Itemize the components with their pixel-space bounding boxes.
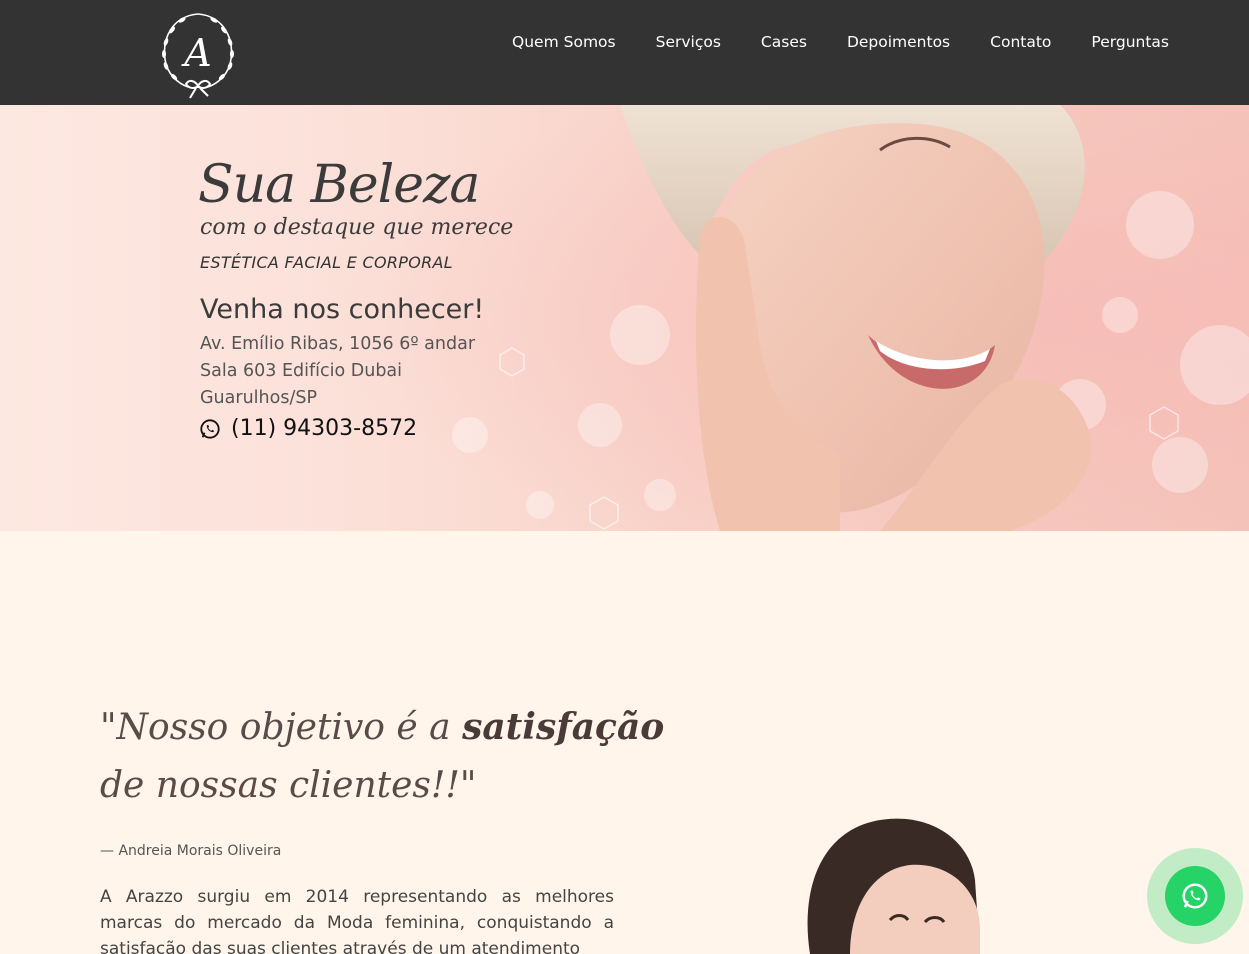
- logo[interactable]: A: [152, 4, 244, 100]
- hero-text: Sua Beleza com o destaque que merece EST…: [198, 155, 513, 441]
- nav-perguntas[interactable]: Perguntas: [1071, 31, 1169, 53]
- quote-part-2: de nossas clientes!!": [100, 765, 477, 806]
- address-line-2: Sala 603 Edifício Dubai: [200, 361, 403, 381]
- hero-subtitle: com o destaque que merece: [200, 215, 514, 240]
- about-quote: "Nosso objetivo é a satisfação de nossas…: [100, 698, 664, 815]
- hero-kicker: ESTÉTICA FACIAL E CORPORAL: [200, 253, 453, 272]
- address-line-1: Av. Emílio Ribas, 1056 6º andar: [200, 334, 476, 354]
- whatsapp-icon: [200, 418, 220, 439]
- hero-image: [0, 105, 1249, 531]
- hero-banner: Sua Beleza com o destaque que merece EST…: [0, 105, 1249, 531]
- logo-letter: A: [181, 31, 211, 75]
- main-nav: Quem Somos Serviços Cases Depoimentos Co…: [492, 31, 1169, 53]
- top-navbar: A Quem Somos Serviços Cases Depoimentos …: [0, 0, 1249, 105]
- nav-contato[interactable]: Contato: [970, 31, 1071, 53]
- quote-author: — Andreia Morais Oliveira: [100, 843, 282, 859]
- nav-servicos[interactable]: Serviços: [636, 31, 741, 53]
- about-text: A Arazzo surgiu em 2014 representando as…: [100, 887, 614, 954]
- phone-link[interactable]: (11) 94303-8572: [199, 416, 513, 441]
- nav-depoimentos[interactable]: Depoimentos: [827, 31, 970, 53]
- quote-bold: satisfação: [462, 706, 665, 748]
- hero-title: Sua Beleza: [198, 155, 480, 215]
- about-portrait: [807, 818, 980, 954]
- nav-quem-somos[interactable]: Quem Somos: [492, 31, 636, 53]
- phone-number: (11) 94303-8572: [231, 416, 418, 441]
- whatsapp-float-button[interactable]: [1147, 848, 1243, 944]
- whatsapp-icon: [1182, 883, 1208, 909]
- whatsapp-float-inner[interactable]: [1165, 866, 1225, 926]
- address-line-3: Guarulhos/SP: [200, 388, 317, 408]
- nav-cases[interactable]: Cases: [741, 31, 827, 53]
- hero-visit: Venha nos conhecer!: [200, 294, 485, 325]
- quote-part-1: "Nosso objetivo é a: [100, 707, 463, 748]
- hero-address: Av. Emílio Ribas, 1056 6º andar Sala 603…: [200, 331, 513, 412]
